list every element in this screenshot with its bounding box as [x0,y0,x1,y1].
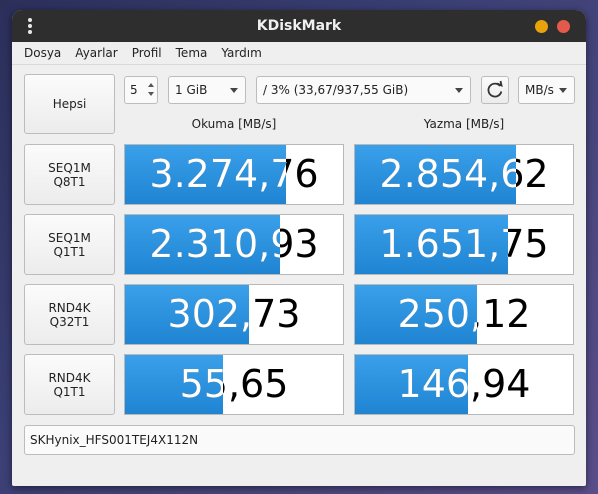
write-value-highlight: 250,12 [397,292,477,336]
units-value: MB/s [525,83,554,97]
write-result: 146,94146,94 [354,354,574,415]
file-size-select[interactable]: 1 GiB [168,76,246,104]
read-header: Okuma [MB/s] [191,117,277,131]
test-label-line1: RND4K [48,300,91,315]
write-value-overlay: 146,94 [355,355,468,414]
chevron-down-icon [455,88,463,93]
spin-down-icon[interactable] [148,92,154,96]
units-select[interactable]: MB/s [518,76,575,104]
test-button[interactable]: RND4K Q32T1 [24,284,115,345]
file-size-value: 1 GiB [175,83,208,97]
write-value-overlay: 2.854,62 [355,145,516,204]
test-label-line1: SEQ1M [48,160,91,175]
test-label-line2: Q32T1 [49,314,90,329]
read-value-highlight: 55,65 [179,362,223,406]
runs-spinbox[interactable]: 5 [124,76,158,104]
write-result: 1.651,751.651,75 [354,214,574,275]
read-value-overlay: 2.310,93 [125,215,280,274]
menu-profile[interactable]: Profil [125,42,169,64]
read-value-overlay: 3.274,76 [125,145,286,204]
read-result: 2.310,932.310,93 [124,214,344,275]
read-value-overlay: 55,65 [125,355,223,414]
write-value-highlight: 1.651,75 [379,222,508,266]
target-value: / 3% (33,67/937,55 GiB) [263,83,409,97]
write-value-highlight: 2.854,62 [379,152,516,196]
read-result: 3.274,763.274,76 [124,144,344,205]
write-value-highlight: 146,94 [397,362,468,406]
menu-bar: Dosya Ayarlar Profil Tema Yardım [12,42,586,65]
write-value-overlay: 1.651,75 [355,215,508,274]
menu-file[interactable]: Dosya [12,42,68,64]
test-label-line2: Q1T1 [53,244,86,259]
read-result: 302,73302,73 [124,284,344,345]
runs-value: 5 [130,83,138,97]
target-select[interactable]: / 3% (33,67/937,55 GiB) [256,76,471,104]
refresh-icon [487,80,503,98]
menu-help[interactable]: Yardım [214,42,268,64]
device-field[interactable]: SKHynix_HFS001TEJ4X112N [24,425,575,455]
test-label-line2: Q1T1 [53,384,86,399]
test-button[interactable]: SEQ1M Q1T1 [24,214,115,275]
read-value-highlight: 3.274,76 [149,152,286,196]
refresh-button[interactable] [481,76,509,104]
test-button[interactable]: SEQ1M Q8T1 [24,144,115,205]
run-all-button[interactable]: Hepsi [24,74,115,134]
kdiskmark-window: KDiskMark Dosya Ayarlar Profil Tema Yardım H… [12,10,586,486]
test-label-line2: Q8T1 [53,174,86,189]
read-value-highlight: 2.310,93 [149,222,280,266]
minimize-button[interactable] [535,20,548,33]
menu-settings[interactable]: Ayarlar [68,42,124,64]
test-label-line1: RND4K [48,370,91,385]
write-header: Yazma [MB/s] [423,117,505,131]
close-button[interactable] [557,20,570,33]
read-result: 55,6555,65 [124,354,344,415]
read-value-highlight: 302,73 [167,292,249,336]
write-result: 2.854,622.854,62 [354,144,574,205]
spin-up-icon[interactable] [148,83,154,87]
title-bar: KDiskMark [12,10,586,42]
write-value-overlay: 250,12 [355,285,477,344]
read-value-overlay: 302,73 [125,285,249,344]
menu-theme[interactable]: Tema [169,42,215,64]
test-label-line1: SEQ1M [48,230,91,245]
window-title: KDiskMark [256,18,342,34]
chevron-down-icon [230,88,238,93]
chevron-down-icon [559,88,567,93]
test-button[interactable]: RND4K Q1T1 [24,354,115,415]
write-result: 250,12250,12 [354,284,574,345]
